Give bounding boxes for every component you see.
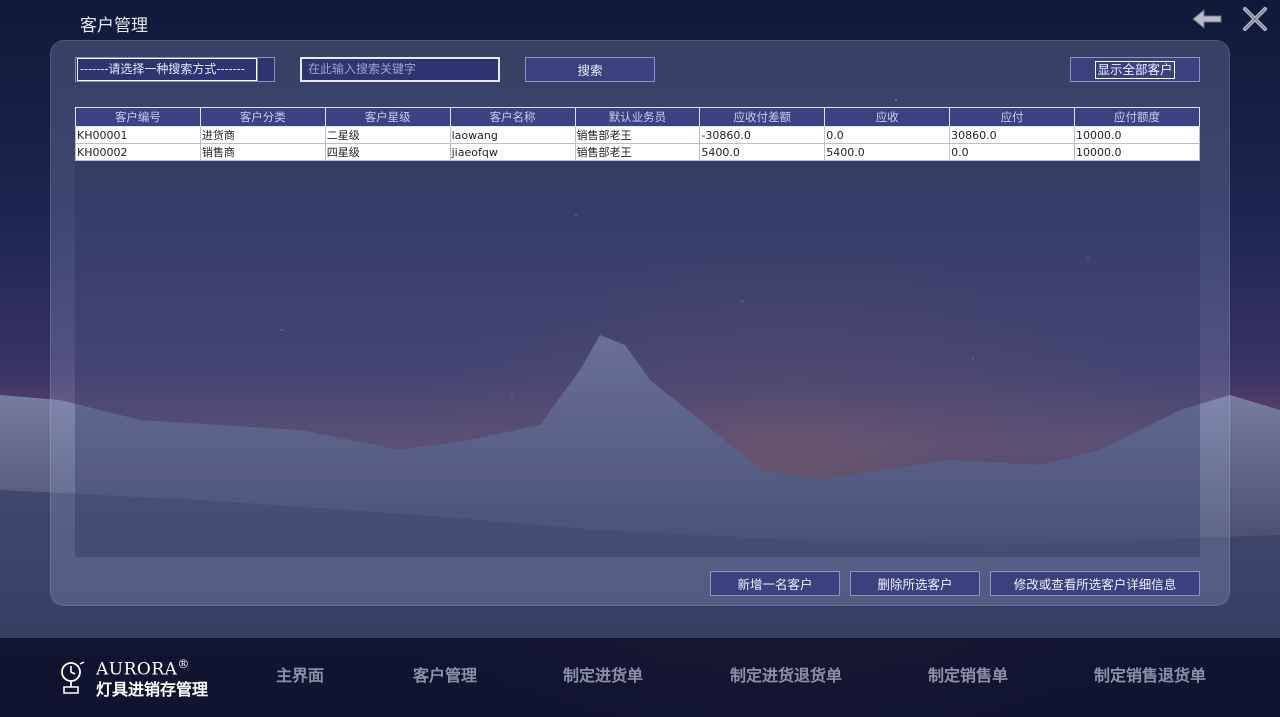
table-cell[interactable]: KH00001 [75, 126, 201, 144]
search-mode-value: -------请选择一种搜索方式------- [77, 58, 257, 81]
table-cell[interactable]: KH00002 [75, 143, 201, 161]
table-cell[interactable]: 销售部老王 [574, 126, 701, 144]
delete-customer-button[interactable]: 删除所选客户 [850, 571, 980, 596]
table-cell[interactable]: 二星级 [324, 126, 451, 144]
nav-item-customer-management[interactable]: 客户管理 [413, 662, 477, 686]
close-icon[interactable] [1238, 6, 1272, 32]
column-header[interactable]: 客户编号 [75, 107, 201, 127]
column-header[interactable]: 默认业务员 [574, 107, 701, 127]
table-cell[interactable]: 5400.0 [699, 143, 826, 161]
table-row[interactable]: KH00001 进货商 二星级 laowang 销售部老王 -30860.0 0… [75, 126, 1200, 144]
brand-name: AURORA® [96, 657, 190, 680]
column-header[interactable]: 应收付差额 [699, 107, 826, 127]
table-cell[interactable]: 进货商 [199, 126, 326, 144]
column-header[interactable]: 应付 [949, 107, 1075, 127]
window-title: 客户管理 [80, 16, 148, 36]
nav-item-purchase-order[interactable]: 制定进货单 [563, 662, 643, 686]
edit-customer-button[interactable]: 修改或查看所选客户详细信息 [990, 571, 1200, 596]
table-cell[interactable]: 四星级 [324, 143, 451, 161]
search-input[interactable]: 在此输入搜索关键字 [300, 57, 500, 82]
app-logo: AURORA® 灯具进销存管理 [60, 655, 208, 700]
table-cell[interactable]: 10000.0 [1074, 143, 1200, 161]
column-header[interactable]: 应收 [824, 107, 951, 127]
column-header[interactable]: 客户分类 [199, 107, 326, 127]
customer-table: 客户编号 客户分类 客户星级 客户名称 默认业务员 应收付差额 应收 应付 应付… [75, 107, 1200, 161]
nav-item-sales-return[interactable]: 制定销售退货单 [1094, 662, 1206, 686]
table-cell[interactable]: 销售部老王 [574, 143, 701, 161]
brand-subtitle: 灯具进销存管理 [96, 679, 209, 699]
table-cell[interactable]: 销售商 [199, 143, 326, 161]
nav-item-purchase-return[interactable]: 制定进货退货单 [730, 662, 842, 686]
show-all-label: 显示全部客户 [1095, 60, 1175, 79]
dropdown-arrow[interactable] [257, 58, 274, 81]
table-cell[interactable]: 0.0 [949, 143, 1075, 161]
column-header[interactable]: 应付额度 [1074, 107, 1200, 127]
table-cell[interactable]: 0.0 [824, 126, 951, 144]
search-button[interactable]: 搜索 [525, 57, 655, 82]
table-cell[interactable]: -30860.0 [699, 126, 826, 144]
column-header[interactable]: 客户星级 [324, 107, 451, 127]
table-cell[interactable]: 5400.0 [824, 143, 951, 161]
lamp-logo-icon [61, 661, 85, 695]
show-all-customers-button[interactable]: 显示全部客户 [1070, 57, 1200, 82]
column-header[interactable]: 客户名称 [449, 107, 576, 127]
back-arrow-icon[interactable] [1190, 6, 1224, 32]
table-cell[interactable]: 30860.0 [949, 126, 1075, 144]
table-row[interactable]: KH00002 销售商 四星级 jiaeofqw 销售部老王 5400.0 54… [75, 143, 1200, 161]
table-header-row: 客户编号 客户分类 客户星级 客户名称 默认业务员 应收付差额 应收 应付 应付… [75, 107, 1200, 127]
table-cell[interactable]: 10000.0 [1074, 126, 1200, 144]
table-cell[interactable]: laowang [449, 126, 576, 144]
customer-table-area: 客户编号 客户分类 客户星级 客户名称 默认业务员 应收付差额 应收 应付 应付… [75, 107, 1200, 557]
nav-item-sales-order[interactable]: 制定销售单 [928, 662, 1008, 686]
search-mode-select[interactable]: -------请选择一种搜索方式------- [75, 57, 275, 82]
table-cell[interactable]: jiaeofqw [449, 143, 576, 161]
add-customer-button[interactable]: 新增一名客户 [710, 571, 840, 596]
nav-item-home[interactable]: 主界面 [276, 662, 324, 686]
